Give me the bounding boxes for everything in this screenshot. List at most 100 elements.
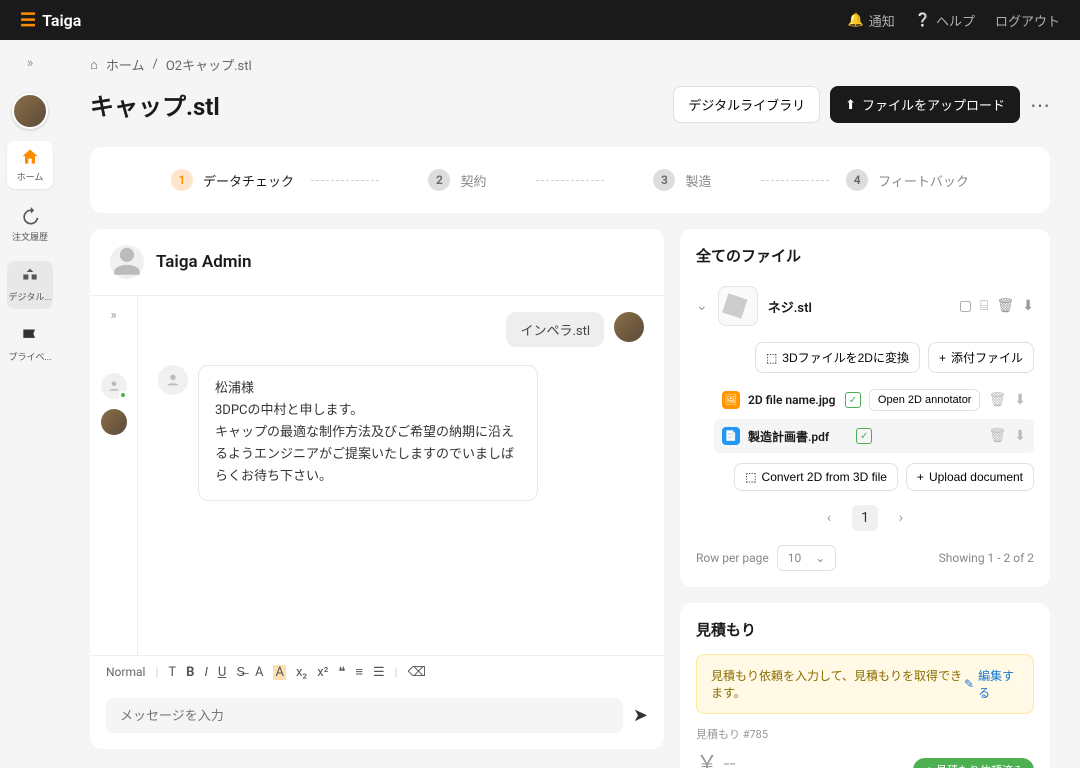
library-icon	[20, 267, 40, 287]
nav-notifications[interactable]: 🔔 通知	[848, 11, 895, 30]
check-icon: ✓	[923, 764, 932, 768]
sub-icon[interactable]: x₂	[296, 665, 307, 680]
convert-2d-en-button[interactable]: ⬚Convert 2D from 3D file	[734, 463, 898, 491]
subfile-row-2: 📄 製造計画書.pdf ✓ 🗑 ⬇	[714, 419, 1034, 453]
participant-admin[interactable]	[101, 373, 127, 399]
page-1[interactable]: 1	[852, 505, 878, 531]
download-icon[interactable]: ⬇	[1014, 392, 1026, 408]
more-menu[interactable]: ⋯	[1030, 93, 1050, 117]
user-msg-avatar	[614, 312, 644, 342]
file-main-row: ⌄ ネジ.stl ▢ ⌸ 🗑 ⬇	[696, 280, 1034, 332]
sidebar: » ホーム 注文履歴 デジタル... プライベ...	[0, 40, 60, 768]
participant-user[interactable]	[101, 409, 127, 435]
quote-panel: 見積もり 見積もり依頼を入力して、見積もりを取得できます。 ✎編集する 見積もり…	[680, 603, 1050, 768]
upload-file-button[interactable]: ⬆ ファイルをアップロード	[830, 86, 1020, 123]
history-icon	[20, 207, 40, 227]
edit-icon: ✎	[964, 677, 974, 691]
attach-file-button[interactable]: +添付ファイル	[928, 342, 1034, 373]
rows-select[interactable]: 10⌄	[777, 545, 837, 571]
view-icon[interactable]: ▢	[959, 298, 972, 314]
chat-side-toggle[interactable]: »	[110, 308, 116, 323]
breadcrumb-current: O2キャップ.stl	[166, 55, 252, 74]
format-select[interactable]: Normal	[106, 665, 145, 679]
cube-icon: ⬚	[766, 351, 777, 365]
step-feedback[interactable]: 4フィートバック	[795, 169, 1020, 191]
nav-help[interactable]: ❔ ヘルプ	[915, 11, 975, 30]
digital-library-button[interactable]: デジタルライブラリ	[673, 86, 820, 123]
cube-icon: ⬚	[745, 470, 756, 484]
italic-icon[interactable]: I	[204, 665, 207, 680]
file-name: ネジ.stl	[768, 297, 949, 316]
db-icon[interactable]: ⌸	[980, 298, 988, 314]
pdf-file-icon: 📄	[722, 427, 740, 445]
delete-icon[interactable]: 🗑	[989, 428, 1007, 444]
check-badge: ✓	[856, 428, 872, 444]
files-panel: 全てのファイル ⌄ ネジ.stl ▢ ⌸ 🗑 ⬇ ⬚3Dファイルを2D	[680, 229, 1050, 587]
image-file-icon: 🖼	[722, 391, 740, 409]
page-title: キャップ.stl	[90, 87, 220, 122]
quote-requested-pill: ✓見積もり依頼済み	[913, 758, 1034, 768]
quote-banner: 見積もり依頼を入力して、見積もりを取得できます。 ✎編集する	[696, 654, 1034, 714]
send-button[interactable]: ➤	[633, 705, 648, 726]
delete-icon[interactable]: 🗑	[996, 298, 1014, 314]
steps-card: 1データチェック 2契約 3製造 4フィートバック	[90, 147, 1050, 213]
upload-doc-button[interactable]: +Upload document	[906, 463, 1034, 491]
ol-icon[interactable]: ≡	[355, 664, 363, 680]
heading-icon[interactable]: T	[168, 665, 176, 680]
download-icon[interactable]: ⬇	[1014, 428, 1026, 444]
user-avatar[interactable]	[12, 93, 48, 129]
main-content: ⌂ ホーム / O2キャップ.stl キャップ.stl デジタルライブラリ ⬆ …	[60, 40, 1080, 768]
files-panel-title: 全てのファイル	[696, 245, 1034, 266]
subfile-name: 製造計画書.pdf	[748, 428, 848, 445]
chevron-down-icon: ⌄	[815, 551, 825, 565]
help-icon: ❔	[915, 13, 931, 28]
quote-panel-title: 見積もり	[696, 619, 1034, 640]
check-badge: ✓	[845, 392, 861, 408]
logo-icon: ☰	[20, 10, 36, 31]
message-input[interactable]	[106, 698, 623, 733]
strike-icon[interactable]: S̶	[236, 664, 245, 680]
sidenav-privacy[interactable]: プライベ...	[7, 321, 53, 369]
logo[interactable]: ☰ Taiga	[20, 10, 81, 31]
delete-icon[interactable]: 🗑	[988, 392, 1006, 408]
page-prev[interactable]: ‹	[816, 505, 842, 531]
step-manufacture[interactable]: 3製造	[570, 169, 795, 191]
subfile-row-1: 🖼 2D file name.jpg ✓ Open 2D annotator 🗑…	[714, 381, 1034, 419]
upload-icon: ⬆	[845, 97, 856, 113]
bold-icon[interactable]: B	[186, 665, 194, 680]
quote-icon[interactable]: ❝	[338, 665, 345, 680]
underline-icon[interactable]: U	[218, 665, 226, 680]
sidenav-home[interactable]: ホーム	[7, 141, 53, 189]
bell-icon: 🔔	[848, 13, 864, 28]
edit-quote-link[interactable]: ✎編集する	[964, 667, 1019, 701]
clear-icon[interactable]: ⌫	[408, 665, 426, 680]
ul-icon[interactable]: ☰	[373, 665, 385, 680]
online-indicator	[119, 391, 127, 399]
topbar: ☰ Taiga 🔔 通知 ❔ ヘルプ ログアウト	[0, 0, 1080, 40]
chat-editor: Normal | T B I U S̶ A A x₂ x² ❝ ≡ ☰	[90, 655, 664, 749]
flag-icon	[20, 327, 40, 347]
convert-2d-button[interactable]: ⬚3Dファイルを2Dに変換	[755, 342, 920, 373]
sidebar-toggle[interactable]: »	[27, 55, 34, 71]
nav-logout[interactable]: ログアウト	[995, 11, 1060, 30]
color-icon[interactable]: A	[255, 665, 263, 680]
subfile-name: 2D file name.jpg	[748, 393, 837, 407]
sup-icon[interactable]: x²	[317, 665, 328, 680]
bgcolor-icon[interactable]: A	[273, 665, 285, 680]
message-attachment[interactable]: インペラ.stl	[506, 312, 604, 347]
open-annotator-button[interactable]: Open 2D annotator	[869, 389, 981, 411]
sidenav-orders[interactable]: 注文履歴	[7, 201, 53, 249]
file-expand[interactable]: ⌄	[696, 298, 708, 314]
admin-avatar	[110, 245, 144, 279]
step-datacheck[interactable]: 1データチェック	[120, 169, 345, 191]
chat-participants: »	[90, 296, 138, 655]
sidenav-digital[interactable]: デジタル...	[7, 261, 53, 309]
breadcrumb-home[interactable]: ホーム	[106, 55, 145, 74]
file-thumb[interactable]	[718, 286, 758, 326]
chat-admin-name: Taiga Admin	[156, 252, 251, 272]
breadcrumb: ⌂ ホーム / O2キャップ.stl	[90, 55, 1050, 74]
page-next[interactable]: ›	[888, 505, 914, 531]
step-contract[interactable]: 2契約	[345, 169, 570, 191]
download-icon[interactable]: ⬇	[1022, 298, 1034, 314]
rows-label: Row per page	[696, 551, 769, 565]
